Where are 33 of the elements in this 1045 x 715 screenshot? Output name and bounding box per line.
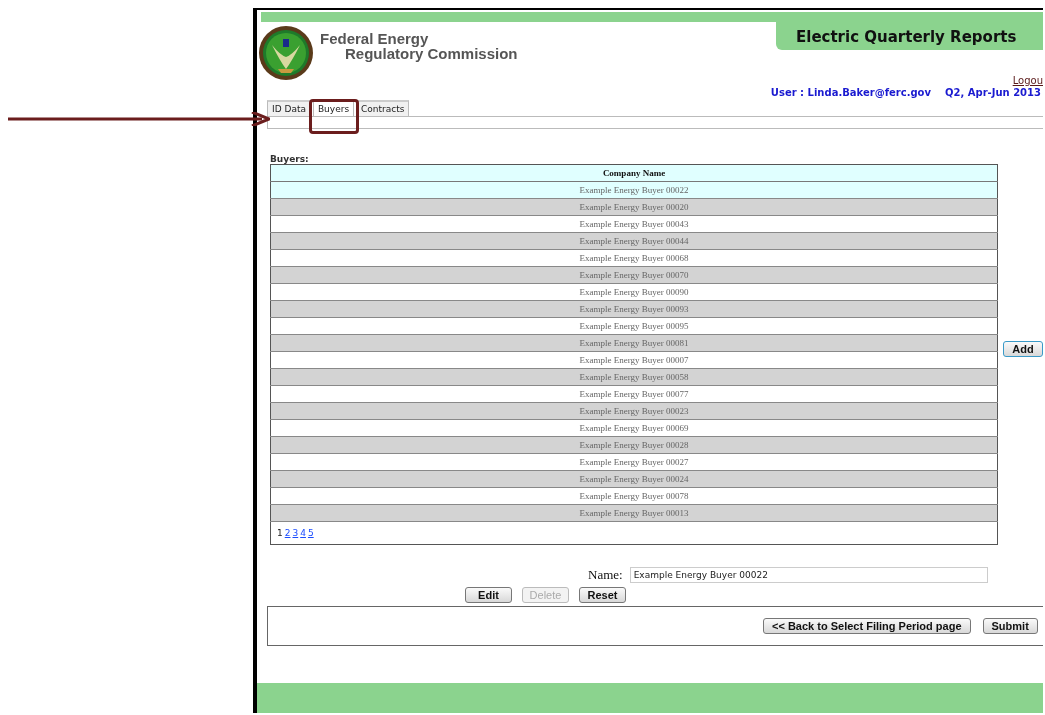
- table-cell[interactable]: Example Energy Buyer 00095: [270, 317, 998, 335]
- logout-link[interactable]: Logou: [1012, 75, 1043, 86]
- table-cell[interactable]: Example Energy Buyer 00069: [270, 419, 998, 437]
- app-title: Electric Quarterly Reports: [776, 22, 1043, 50]
- table-cell[interactable]: Example Energy Buyer 00078: [270, 487, 998, 505]
- arrow-icon: [8, 112, 270, 126]
- table-cell[interactable]: Example Energy Buyer 00068: [270, 249, 998, 267]
- page-link[interactable]: 3: [292, 528, 299, 538]
- seal-icon: [258, 25, 314, 81]
- org-name: Regulatory Commission: [344, 46, 518, 61]
- table-cell[interactable]: Example Energy Buyer 00090: [270, 283, 998, 301]
- highlight-frame: [309, 99, 359, 134]
- page-link[interactable]: 4: [300, 528, 306, 538]
- tab[interactable]: ID Data: [267, 100, 311, 116]
- user-label: User : Linda.Baker@ferc.gov: [770, 87, 931, 98]
- table-cell[interactable]: Example Energy Buyer 00077: [270, 385, 998, 403]
- add-button[interactable]: Add: [1003, 340, 1043, 357]
- table-cell[interactable]: Example Energy Buyer 00007: [270, 351, 998, 369]
- period-label: Q2, Apr-Jun 2013: [945, 87, 1041, 98]
- footer-button[interactable]: Submit: [982, 618, 1038, 634]
- section-label: Buyers:: [270, 154, 310, 164]
- page-link[interactable]: 1: [277, 528, 283, 538]
- table-cell[interactable]: Example Energy Buyer 00043: [270, 215, 998, 233]
- page-link[interactable]: 5: [307, 528, 314, 538]
- action-button[interactable]: Reset: [579, 587, 626, 603]
- page-link[interactable]: 2: [284, 528, 291, 538]
- column-header: Company Name: [270, 164, 998, 182]
- name-label: Name:: [588, 567, 623, 583]
- tab[interactable]: Contracts: [356, 100, 410, 116]
- action-button[interactable]: Edit: [465, 587, 512, 603]
- footer-button[interactable]: << Back to Select Filing Period page: [763, 618, 971, 634]
- table-cell[interactable]: Example Energy Buyer 00027: [270, 453, 998, 471]
- name-field[interactable]: Example Energy Buyer 00022: [629, 567, 988, 583]
